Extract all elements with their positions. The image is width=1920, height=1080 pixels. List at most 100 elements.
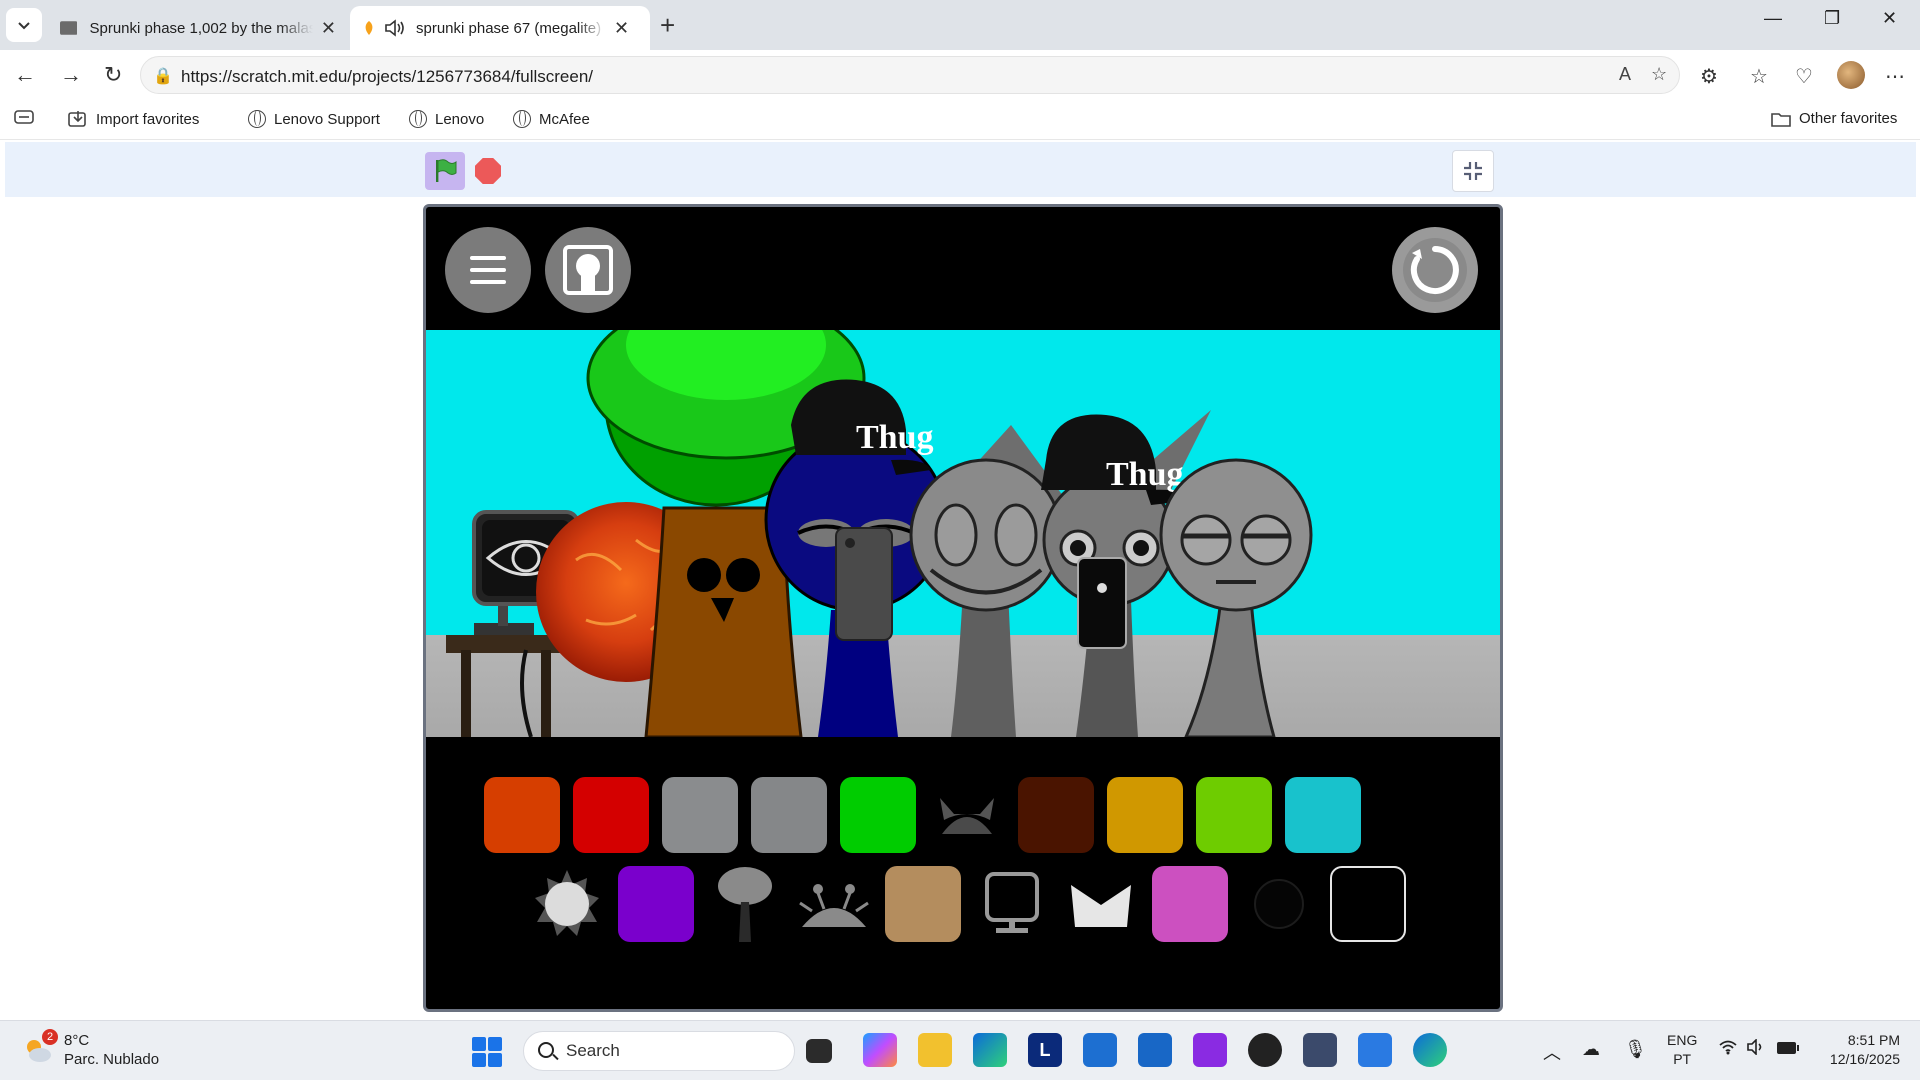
palette-slot[interactable] — [1018, 777, 1094, 853]
task-view-icon[interactable] — [806, 1039, 832, 1063]
palette-slot[interactable] — [484, 777, 560, 853]
cap-text: Thug — [1106, 456, 1184, 493]
forward-icon[interactable]: → — [60, 62, 82, 88]
scratch-player: Thug Thug — [5, 142, 1916, 1018]
new-tab-button[interactable]: + — [660, 10, 675, 41]
exit-fullscreen-button[interactable] — [1452, 150, 1494, 192]
tab-actions-button[interactable] — [6, 8, 42, 42]
audio-playing-icon[interactable] — [384, 19, 406, 37]
palette-slot[interactable] — [885, 866, 961, 942]
reset-button[interactable] — [1392, 227, 1478, 313]
palette-slot[interactable] — [1063, 866, 1139, 942]
chevron-down-icon — [18, 22, 30, 30]
site-info-icon[interactable]: 🔒 — [153, 66, 173, 86]
favorite-label: McAfee — [539, 110, 590, 128]
clock[interactable]: 8:51 PM 12/16/2025 — [1815, 1031, 1900, 1069]
edge-secondary-icon[interactable] — [1413, 1033, 1447, 1067]
restore-button[interactable]: ❐ — [1824, 8, 1840, 29]
hamburger-icon — [470, 256, 506, 284]
cap-text: Thug — [856, 419, 934, 456]
microphone-icon[interactable]: 🎙 — [1624, 1039, 1647, 1060]
obs-icon[interactable] — [1248, 1033, 1282, 1067]
address-toolbar: ← → ↻ 🔒 https://scratch.mit.edu/projects… — [0, 50, 1920, 100]
file-explorer-icon[interactable] — [918, 1033, 952, 1067]
battery-icon[interactable] — [1776, 1039, 1800, 1060]
address-bar[interactable]: 🔒 https://scratch.mit.edu/projects/12567… — [140, 56, 1680, 94]
other-favorites[interactable]: Other favorites — [1771, 110, 1897, 127]
import-icon — [68, 111, 86, 127]
speaker-glyph — [1747, 1038, 1762, 1056]
project-stage[interactable]: Thug Thug — [423, 204, 1503, 1012]
palette-slot[interactable] — [1152, 866, 1228, 942]
palette-slot[interactable] — [751, 777, 827, 853]
game-app-icon[interactable] — [1193, 1033, 1227, 1067]
palette-slot[interactable] — [662, 777, 738, 853]
close-window-button[interactable]: ✕ — [1882, 8, 1897, 29]
palette-slot[interactable] — [929, 777, 1005, 853]
crown-icon — [1071, 885, 1131, 927]
utility-app-icon[interactable] — [1303, 1033, 1337, 1067]
green-flag-button[interactable] — [425, 152, 465, 190]
microsoft-store-icon[interactable] — [1083, 1033, 1117, 1067]
refresh-icon[interactable]: ↻ — [104, 62, 122, 88]
favorite-mcafee[interactable]: McAfee — [513, 110, 590, 128]
palette-slot[interactable] — [974, 866, 1050, 942]
photos-icon[interactable] — [1358, 1033, 1392, 1067]
palette-slot[interactable] — [1241, 866, 1317, 942]
onedrive-icon[interactable]: ☁ — [1582, 1039, 1600, 1060]
menu-button[interactable] — [445, 227, 531, 313]
taskbar-search[interactable]: Search — [523, 1031, 795, 1071]
palette-slot[interactable] — [1285, 777, 1361, 853]
favorite-star-icon[interactable]: ☆ — [1651, 64, 1667, 85]
palette-slot[interactable] — [1196, 777, 1272, 853]
read-aloud-icon[interactable]: A — [1619, 64, 1631, 85]
extensions-icon[interactable]: ⚙ — [1700, 64, 1718, 89]
tab-close-icon[interactable]: ✕ — [614, 18, 629, 39]
character-scene: Thug Thug — [426, 330, 1500, 737]
weather-widget[interactable]: 2 8°C Parc. Nublado — [22, 1029, 159, 1069]
favorites-collections-icon[interactable] — [14, 110, 34, 124]
tab-close-icon[interactable]: ✕ — [321, 18, 336, 39]
stop-button[interactable] — [475, 158, 501, 184]
back-icon[interactable]: ← — [14, 62, 36, 88]
palette-slot[interactable] — [840, 777, 916, 853]
edge-icon[interactable] — [973, 1033, 1007, 1067]
favorite-import[interactable]: Import favorites — [68, 110, 199, 128]
globe-icon — [248, 110, 266, 128]
show-hidden-icons[interactable]: ︿ — [1543, 1039, 1561, 1065]
palette-slot[interactable] — [618, 866, 694, 942]
date: 12/16/2025 — [1829, 1051, 1900, 1067]
wifi-icon[interactable] — [1718, 1039, 1738, 1060]
palette-slot[interactable] — [1107, 777, 1183, 853]
url-text[interactable]: https://scratch.mit.edu/projects/1256773… — [181, 67, 593, 87]
keyboard-layout: PT — [1673, 1051, 1692, 1067]
outlook-icon[interactable] — [1138, 1033, 1172, 1067]
palette-slot[interactable] — [1330, 866, 1406, 942]
favorite-label: Lenovo Support — [274, 110, 380, 128]
palette-slot[interactable] — [573, 777, 649, 853]
palette-slot[interactable] — [707, 866, 783, 942]
more-menu-icon[interactable]: ⋯ — [1885, 64, 1905, 89]
browser-essentials-icon[interactable]: ♡ — [1795, 64, 1813, 89]
favorites-icon[interactable]: ☆ — [1750, 64, 1768, 89]
character-select-button[interactable] — [545, 227, 631, 313]
tab-sprunki-1002[interactable]: Sprunki phase 1,002 by the malasya ✕ — [48, 6, 348, 50]
taskbar: 2 8°C Parc. Nublado Search L ︿ ☁ 🎙 ENG P… — [0, 1020, 1920, 1080]
copilot-icon[interactable] — [863, 1033, 897, 1067]
green-flag-icon — [436, 159, 457, 182]
search-placeholder: Search — [566, 1041, 620, 1060]
start-button[interactable] — [472, 1037, 502, 1067]
scene-characters: Thug Thug — [446, 330, 1313, 737]
search-icon — [538, 1042, 554, 1058]
favorite-lenovo[interactable]: Lenovo — [409, 110, 484, 128]
language-indicator[interactable]: ENG PT — [1667, 1031, 1697, 1069]
tab-sprunki-67[interactable]: sprunki phase 67 (megalite) on ✕ — [350, 6, 650, 50]
volume-icon[interactable] — [1746, 1038, 1766, 1060]
profile-avatar[interactable] — [1837, 61, 1865, 89]
favorite-lenovo-support[interactable]: Lenovo Support — [248, 110, 380, 128]
palette-slot[interactable] — [796, 866, 872, 942]
palette-slot[interactable] — [529, 866, 605, 942]
lenovo-vantage-icon[interactable]: L — [1028, 1033, 1062, 1067]
favorite-label: Import favorites — [96, 110, 200, 128]
minimize-button[interactable]: — — [1764, 8, 1782, 29]
